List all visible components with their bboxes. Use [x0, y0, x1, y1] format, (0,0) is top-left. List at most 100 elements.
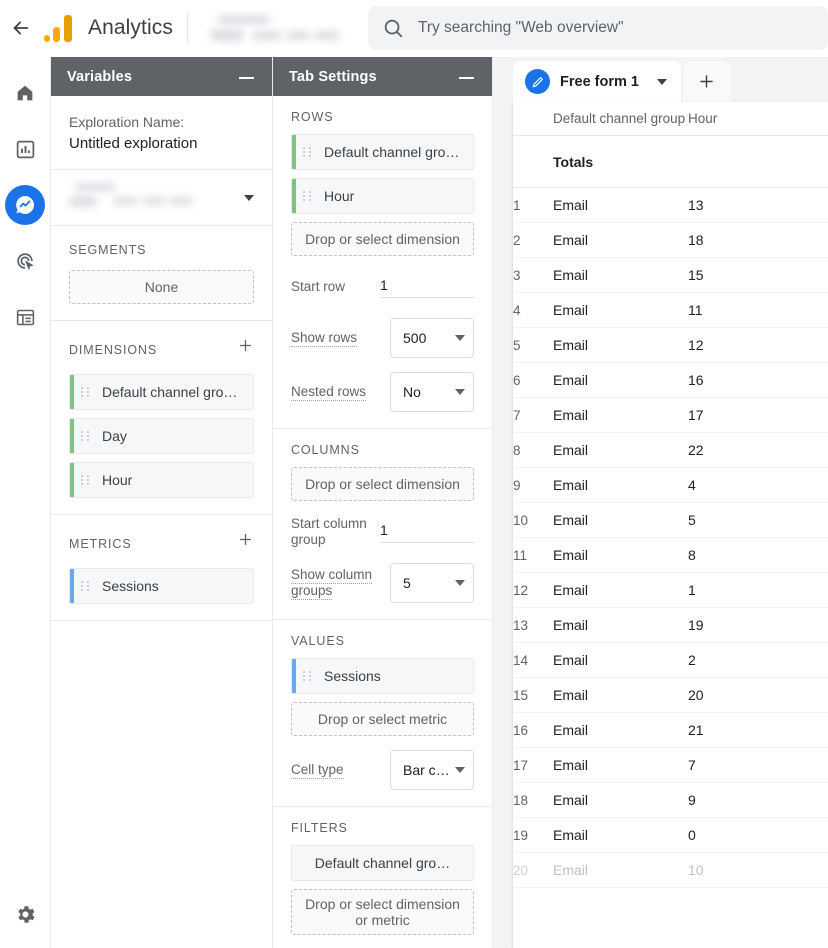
- value-column-header[interactable]: Hour: [688, 111, 828, 126]
- values-title: VALUES: [291, 634, 474, 648]
- free-form-table: Default channel group Hour Totals 1Email…: [513, 102, 828, 948]
- row-channel: Email: [553, 617, 688, 633]
- start-row-input[interactable]: 1: [380, 277, 474, 298]
- sidebar-item-configure[interactable]: [5, 297, 45, 337]
- segments-header: SEGMENTS plus-icon: [69, 242, 254, 258]
- drag-handle-icon[interactable]: [303, 191, 319, 201]
- metrics-section: METRICS Sessions: [51, 515, 272, 621]
- dimensions-section: DIMENSIONS Default channel gro… Day: [51, 321, 272, 515]
- cell-type-label: Cell type: [291, 762, 390, 778]
- table-row[interactable]: 8Email22: [513, 433, 828, 468]
- page-title: Analytics: [88, 16, 173, 40]
- table-row[interactable]: 16Email21: [513, 713, 828, 748]
- dimension-chip[interactable]: Hour: [69, 462, 254, 498]
- row-hour: 15: [688, 267, 828, 283]
- add-tab-button[interactable]: [683, 61, 731, 102]
- row-hour: 13: [688, 197, 828, 213]
- drag-handle-icon[interactable]: [303, 671, 319, 681]
- drag-handle-icon[interactable]: [81, 387, 97, 397]
- add-metric-button[interactable]: [237, 531, 254, 556]
- date-range-value: [69, 181, 244, 215]
- table-row[interactable]: 7Email17: [513, 398, 828, 433]
- drag-handle-icon[interactable]: [81, 581, 97, 591]
- row-channel: Email: [553, 407, 688, 423]
- add-dimension-button[interactable]: [237, 337, 254, 362]
- table-row[interactable]: 9Email4: [513, 468, 828, 503]
- row-hour: 11: [688, 302, 828, 318]
- row-channel: Email: [553, 862, 688, 878]
- metric-accent: [292, 659, 296, 693]
- filters-drop-target[interactable]: Drop or select dimension or metric: [291, 889, 474, 935]
- google-analytics-logo: [42, 11, 78, 45]
- table-row[interactable]: 6Email16: [513, 363, 828, 398]
- table-row[interactable]: 2Email18: [513, 223, 828, 258]
- row-hour: 19: [688, 617, 828, 633]
- minimize-icon[interactable]: [458, 70, 476, 84]
- sidebar-item-home[interactable]: [5, 73, 45, 113]
- row-index: 16: [513, 723, 553, 738]
- table-row[interactable]: 1Email13: [513, 188, 828, 223]
- table-row[interactable]: 12Email1: [513, 573, 828, 608]
- row-index: 7: [513, 408, 553, 423]
- date-range-selector[interactable]: [51, 170, 272, 226]
- dimension-chip[interactable]: Default channel gro…: [69, 374, 254, 410]
- row-dimension-chip[interactable]: Default channel gro…: [291, 134, 474, 170]
- table-row[interactable]: 5Email12: [513, 328, 828, 363]
- metric-chip[interactable]: Sessions: [69, 568, 254, 604]
- sidebar-item-reports[interactable]: [5, 129, 45, 169]
- show-column-groups-select[interactable]: 5: [390, 563, 474, 603]
- columns-drop-target[interactable]: Drop or select dimension: [291, 467, 474, 501]
- table-row[interactable]: 13Email19: [513, 608, 828, 643]
- minimize-icon[interactable]: [238, 70, 256, 84]
- table-row[interactable]: 10Email5: [513, 503, 828, 538]
- search-input[interactable]: Try searching "Web overview": [368, 6, 828, 50]
- back-arrow-icon[interactable]: [4, 17, 38, 39]
- drag-handle-icon[interactable]: [303, 147, 319, 157]
- gear-icon[interactable]: [5, 894, 45, 934]
- table-row[interactable]: 14Email2: [513, 643, 828, 678]
- tab-settings-panel-header: Tab Settings: [273, 57, 492, 96]
- dimension-accent: [70, 463, 74, 497]
- drag-handle-icon[interactable]: [81, 475, 97, 485]
- tab-free-form-1[interactable]: Free form 1: [513, 61, 681, 102]
- exploration-name-value[interactable]: Untitled exploration: [69, 133, 254, 155]
- show-column-groups-value: 5: [403, 575, 451, 591]
- row-index: 1: [513, 198, 553, 213]
- row-channel: Email: [553, 547, 688, 563]
- values-drop-target[interactable]: Drop or select metric: [291, 702, 474, 736]
- table-row[interactable]: 20Email10: [513, 853, 828, 888]
- row-channel: Email: [553, 477, 688, 493]
- row-hour: 8: [688, 547, 828, 563]
- property-selector[interactable]: [200, 8, 360, 48]
- search-placeholder: Try searching "Web overview": [418, 19, 624, 37]
- show-rows-select[interactable]: 500: [390, 318, 474, 358]
- table-row[interactable]: 18Email9: [513, 783, 828, 818]
- row-channel: Email: [553, 512, 688, 528]
- row-index: 20: [513, 863, 553, 878]
- table-row[interactable]: 15Email20: [513, 678, 828, 713]
- cell-type-select[interactable]: Bar ch…: [390, 750, 474, 790]
- dimension-column-header[interactable]: Default channel group: [553, 111, 688, 126]
- row-hour: 4: [688, 477, 828, 493]
- table-row[interactable]: 11Email8: [513, 538, 828, 573]
- segments-empty-chip[interactable]: None: [69, 270, 254, 304]
- dimension-chip[interactable]: Day: [69, 418, 254, 454]
- row-channel: Email: [553, 302, 688, 318]
- sidebar-item-advertising[interactable]: [5, 241, 45, 281]
- nested-rows-select[interactable]: No: [390, 372, 474, 412]
- drag-handle-icon[interactable]: [81, 431, 97, 441]
- exploration-canvas: Free form 1 Default channel group Hour T…: [493, 57, 828, 948]
- row-dimension-chip[interactable]: Hour: [291, 178, 474, 214]
- table-row[interactable]: 19Email0: [513, 818, 828, 853]
- table-row[interactable]: 3Email15: [513, 258, 828, 293]
- value-metric-chip[interactable]: Sessions: [291, 658, 474, 694]
- rows-drop-target[interactable]: Drop or select dimension: [291, 222, 474, 256]
- table-row[interactable]: 17Email7: [513, 748, 828, 783]
- table-row[interactable]: 4Email11: [513, 293, 828, 328]
- sidebar-item-explore[interactable]: [5, 185, 45, 225]
- start-column-group-input[interactable]: 1: [380, 522, 474, 543]
- filter-chip[interactable]: Default channel gro…: [291, 845, 474, 881]
- row-index: 13: [513, 618, 553, 633]
- chevron-down-icon[interactable]: [657, 79, 667, 85]
- row-channel: Email: [553, 337, 688, 353]
